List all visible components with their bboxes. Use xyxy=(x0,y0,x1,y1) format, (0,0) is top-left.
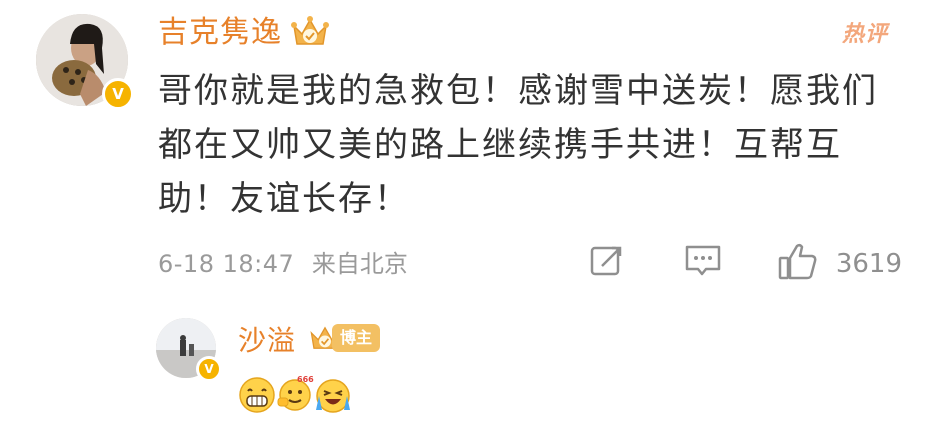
like-count: 3619 xyxy=(835,249,902,279)
comment-meta: 6-18 18:47 来自北京 xyxy=(158,244,408,284)
like-icon xyxy=(778,243,817,280)
svg-text:666: 666 xyxy=(297,375,314,384)
comment-username[interactable]: 吉克隽逸 xyxy=(158,16,282,50)
666-emoji: 666 xyxy=(277,375,314,411)
reply-avatar[interactable]: V xyxy=(156,318,222,382)
repost-button[interactable] xyxy=(588,242,626,280)
host-badge: 博主 xyxy=(332,324,381,352)
repost-icon xyxy=(590,242,626,276)
reply-verified-badge-icon: V xyxy=(196,356,222,382)
grin-emoji xyxy=(239,377,275,413)
hot-comment-tag: 热评 xyxy=(841,22,888,47)
crying-laugh-emoji xyxy=(316,379,350,413)
comment-icon xyxy=(685,245,721,276)
verified-badge-icon: V xyxy=(102,78,134,110)
avatar[interactable]: V xyxy=(36,14,134,110)
like-button[interactable] xyxy=(778,242,818,282)
reply-username[interactable]: 沙溢 xyxy=(238,324,296,358)
comment-button[interactable] xyxy=(684,242,722,280)
comment-location: 来自北京 xyxy=(311,250,408,278)
comment-timestamp: 6-18 18:47 xyxy=(158,250,295,278)
crown-badge-icon xyxy=(291,16,329,45)
comment-text: 哥你就是我的急救包！感谢雪中送炭！愿我们都在又帅又美的路上继续携手共进！互帮互助… xyxy=(158,71,878,219)
